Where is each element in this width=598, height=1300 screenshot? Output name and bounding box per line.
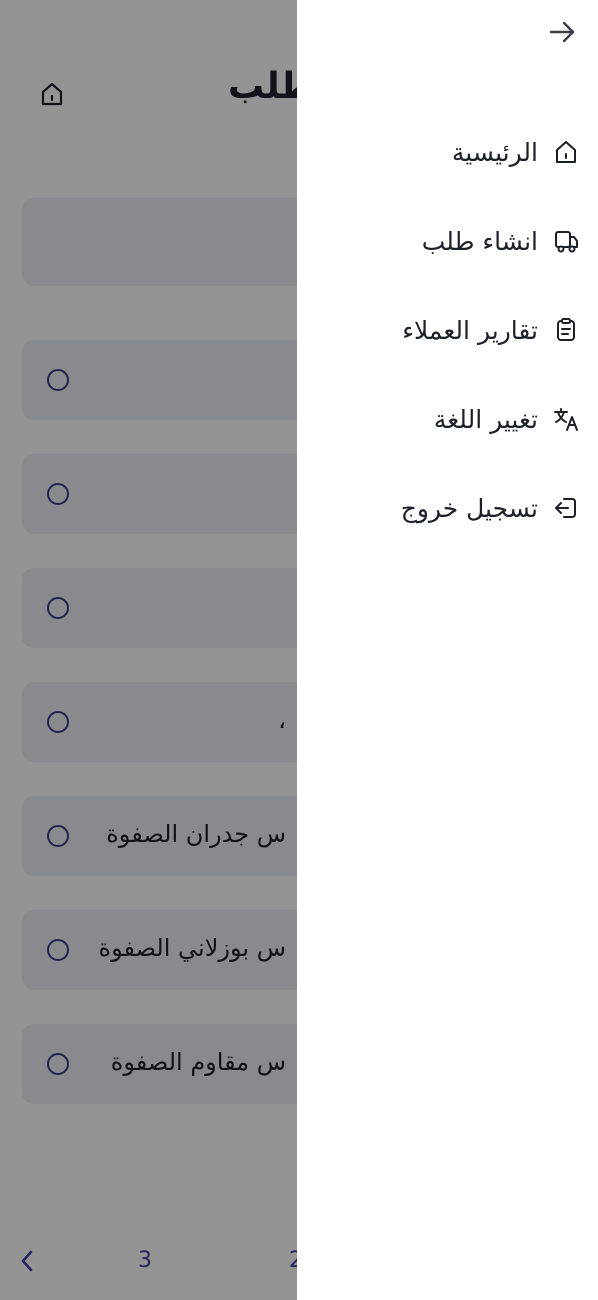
menu-item-home[interactable]: الرئيسية	[452, 128, 580, 176]
navigation-drawer: الرئيسية انشاء طلب تقارير العملاء تغيير …	[297, 0, 598, 1300]
menu-item-customer-reports[interactable]: تقارير العملاء	[402, 306, 580, 354]
logout-icon	[552, 494, 580, 522]
menu-item-change-language[interactable]: تغيير اللغة	[434, 395, 580, 443]
menu-item-label: الرئيسية	[451, 137, 538, 167]
menu-item-label: تغيير اللغة	[433, 404, 538, 434]
menu-item-logout[interactable]: تسجيل خروج	[401, 484, 580, 532]
menu-item-label: تسجيل خروج	[400, 493, 538, 523]
translate-icon	[552, 405, 580, 433]
truck-icon	[552, 227, 580, 255]
home-icon	[552, 138, 580, 166]
clipboard-icon	[552, 316, 580, 344]
menu-item-label: انشاء طلب	[421, 226, 538, 256]
arrow-right-icon[interactable]	[546, 16, 578, 48]
menu-item-create-order[interactable]: انشاء طلب	[422, 217, 580, 265]
menu-item-label: تقارير العملاء	[402, 315, 538, 345]
